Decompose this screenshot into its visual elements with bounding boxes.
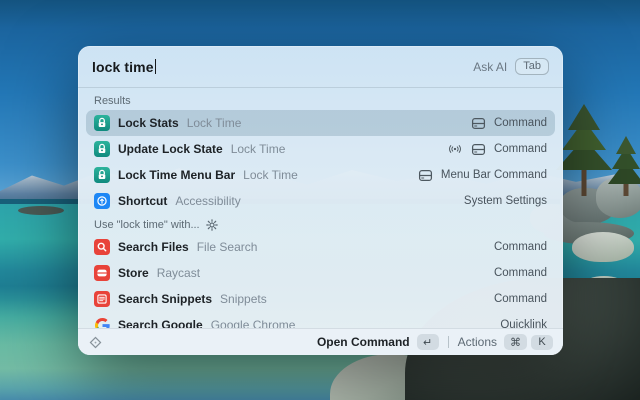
desktop-wallpaper: lock time Ask AI Tab Results Lock Stats Lo… xyxy=(0,0,640,400)
result-type-label: Command xyxy=(493,143,547,155)
list-item[interactable]: Search Google Google Chrome Quicklink xyxy=(86,312,555,328)
result-title: Lock Stats xyxy=(118,116,179,130)
store-icon xyxy=(94,265,110,281)
result-type-label: System Settings xyxy=(463,195,547,207)
lock-icon xyxy=(94,167,110,183)
cmd-key-badge[interactable]: ⌘ xyxy=(504,334,527,350)
command-type-icon xyxy=(471,117,486,130)
wallpaper-pine-tree xyxy=(556,104,612,196)
result-subtitle: Google Chrome xyxy=(210,318,296,328)
list-item[interactable]: Update Lock State Lock Time Command xyxy=(86,136,555,162)
google-icon xyxy=(94,317,110,328)
raycast-window: lock time Ask AI Tab Results Lock Stats Lo… xyxy=(78,46,563,355)
result-subtitle: Raycast xyxy=(156,266,201,280)
list-item[interactable]: Lock Stats Lock Time Command xyxy=(86,110,555,136)
search-input[interactable]: lock time xyxy=(92,59,154,75)
result-subtitle: Lock Time xyxy=(186,116,242,130)
file-search-icon xyxy=(94,239,110,255)
result-title: Lock Time Menu Bar xyxy=(118,168,236,182)
k-key-badge[interactable]: K xyxy=(531,334,553,350)
command-type-icon xyxy=(418,169,433,182)
snippets-icon xyxy=(94,291,110,307)
wallpaper-white-boulder xyxy=(572,232,634,262)
result-type-label: Quicklink xyxy=(500,319,547,328)
result-type-label: Command xyxy=(493,293,547,305)
result-title: Search Google xyxy=(118,318,203,328)
list-item[interactable]: Lock Time Menu Bar Lock Time Menu Bar Comm… xyxy=(86,162,555,188)
section-header-label: Results xyxy=(94,95,131,107)
search-bar: lock time Ask AI Tab xyxy=(78,46,563,88)
result-subtitle: Lock Time xyxy=(243,168,298,182)
list-item[interactable]: Store Raycast Command xyxy=(86,260,555,286)
text-caret xyxy=(154,59,157,74)
list-item[interactable]: Shortcut Accessibility System Settings xyxy=(86,188,555,214)
raycast-logo-icon xyxy=(88,335,103,350)
wallpaper-pine-tree xyxy=(608,136,640,196)
lock-icon xyxy=(94,141,110,157)
list-item[interactable]: Search Snippets Snippets Command xyxy=(86,286,555,312)
result-type-label: Command xyxy=(493,117,547,129)
result-title: Shortcut xyxy=(118,194,168,208)
result-subtitle: Accessibility xyxy=(175,194,241,208)
result-title: Update Lock State xyxy=(118,142,223,156)
open-command-button[interactable]: Open Command xyxy=(317,335,410,349)
lock-icon xyxy=(94,115,110,131)
result-subtitle: File Search xyxy=(196,240,258,254)
result-type-label: Command xyxy=(493,267,547,279)
footer-bar: Open Command ↵ Actions ⌘ K xyxy=(78,328,563,355)
wallpaper-shore-rock xyxy=(18,206,64,215)
result-title: Search Files xyxy=(118,240,189,254)
signal-icon xyxy=(447,143,463,155)
result-type-label: Menu Bar Command xyxy=(440,169,547,181)
result-title: Search Snippets xyxy=(118,292,213,306)
section-header: Use "lock time" with... xyxy=(86,214,555,234)
gear-icon[interactable] xyxy=(205,219,218,231)
results-list: Results Lock Stats Lock Time Command Update … xyxy=(78,88,563,328)
section-header: Results xyxy=(86,90,555,110)
enter-key-badge[interactable]: ↵ xyxy=(416,334,439,350)
footer-divider xyxy=(447,336,449,348)
ask-ai-label[interactable]: Ask AI xyxy=(473,60,507,74)
result-subtitle: Snippets xyxy=(220,292,267,306)
list-item[interactable]: Search Files File Search Command xyxy=(86,234,555,260)
actions-button[interactable]: Actions xyxy=(458,335,497,349)
section-header-label: Use "lock time" with... xyxy=(94,219,200,231)
tab-key-badge[interactable]: Tab xyxy=(515,58,549,75)
result-title: Store xyxy=(118,266,149,280)
result-subtitle: Lock Time xyxy=(230,142,286,156)
command-type-icon xyxy=(471,143,486,156)
shortcut-icon xyxy=(94,193,110,209)
result-type-label: Command xyxy=(493,241,547,253)
